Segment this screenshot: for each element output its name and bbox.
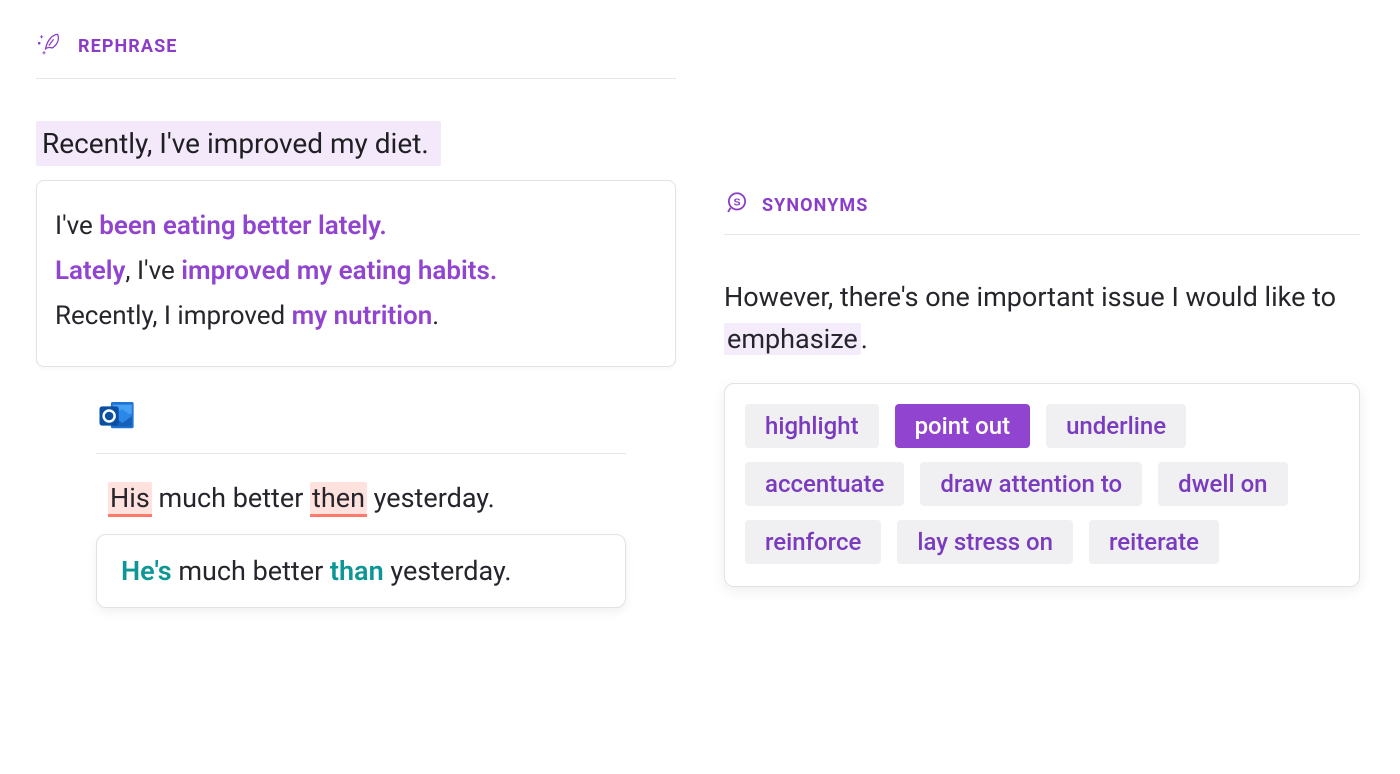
grammar-block: His much better then yesterday. He's muc… bbox=[96, 395, 626, 608]
synonym-chip[interactable]: reinforce bbox=[745, 520, 881, 564]
synonyms-card: highlight point out underline accentuate dra… bbox=[724, 383, 1360, 587]
synonyms-source-text[interactable]: However, there's one important issue I w… bbox=[724, 277, 1360, 361]
rephrase-title: REPHRASE bbox=[78, 36, 177, 57]
synonym-chip[interactable]: reiterate bbox=[1089, 520, 1219, 564]
synonyms-target-word: emphasize bbox=[724, 323, 861, 355]
outlook-icon bbox=[96, 395, 138, 437]
synonym-chip[interactable]: lay stress on bbox=[897, 520, 1073, 564]
grammar-fix-word: He's bbox=[121, 555, 172, 587]
grammar-fix-word: than bbox=[330, 555, 384, 587]
rephrase-source-text[interactable]: Recently, I've improved my diet. bbox=[36, 121, 441, 166]
synonym-chip[interactable]: point out bbox=[895, 404, 1031, 448]
synonym-chip[interactable]: underline bbox=[1046, 404, 1186, 448]
rephrase-option[interactable]: I've been eating better lately. bbox=[55, 209, 657, 244]
grammar-error-word: then bbox=[310, 482, 367, 517]
outlook-row bbox=[96, 395, 626, 454]
rephrase-feather-icon bbox=[36, 28, 68, 64]
grammar-source-text[interactable]: His much better then yesterday. bbox=[96, 482, 626, 514]
synonyms-icon: S bbox=[724, 190, 750, 220]
synonym-chip[interactable]: accentuate bbox=[745, 462, 904, 506]
synonym-chip[interactable]: highlight bbox=[745, 404, 879, 448]
svg-text:S: S bbox=[733, 196, 740, 208]
rephrase-header: REPHRASE bbox=[36, 28, 676, 79]
rephrase-suggestions-card: I've been eating better lately. Lately, … bbox=[36, 180, 676, 367]
rephrase-option[interactable]: Lately, I've improved my eating habits. bbox=[55, 254, 657, 289]
grammar-correction-card[interactable]: He's much better than yesterday. bbox=[96, 534, 626, 608]
grammar-error-word: His bbox=[108, 482, 152, 517]
synonyms-header: S SYNONYMS bbox=[724, 190, 1360, 235]
synonyms-title: SYNONYMS bbox=[762, 195, 868, 216]
synonym-chip[interactable]: draw attention to bbox=[920, 462, 1142, 506]
rephrase-option[interactable]: Recently, I improved my nutrition. bbox=[55, 299, 657, 334]
synonym-chip[interactable]: dwell on bbox=[1158, 462, 1287, 506]
